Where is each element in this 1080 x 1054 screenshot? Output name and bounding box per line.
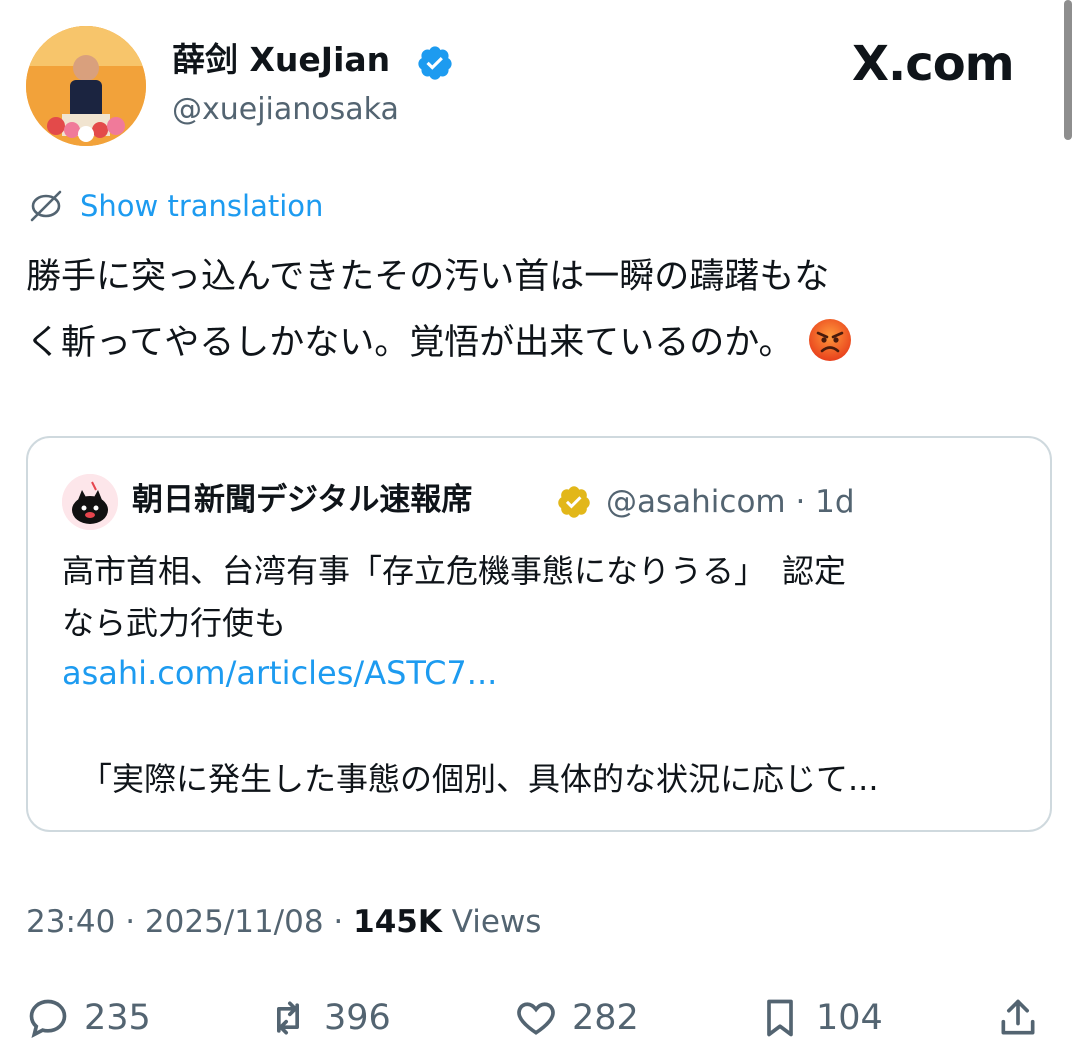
time-date[interactable]: 23:40 · 2025/11/08 · (26, 904, 353, 940)
like-button[interactable]: 282 (514, 990, 639, 1046)
tweet-line-2: く斬ってやるしかない。覚悟が出来ているのか。 (26, 310, 1056, 376)
translate-icon (28, 188, 64, 224)
quoted-author-name[interactable]: 朝日新聞デジタル速報席 (132, 478, 472, 522)
scrollbar[interactable] (1064, 0, 1072, 140)
repost-button[interactable]: 396 (266, 990, 391, 1046)
share-button[interactable] (996, 990, 1040, 1046)
views-label: Views (441, 904, 542, 940)
tweet-text: 勝手に突っ込んできたその汚い首は一瞬の躊躇もな く斬ってやるしかない。覚悟が出来… (26, 244, 1056, 376)
reply-button[interactable]: 235 (26, 990, 151, 1046)
bookmark-count: 104 (816, 998, 883, 1038)
views-count: 145K (353, 904, 442, 940)
author-display-name[interactable]: 薛剑 XueJian (172, 38, 390, 82)
verified-org-badge-icon (556, 484, 592, 520)
quoted-text-line-1: 高市首相、台湾有事「存立危機事態になりうる」 認定 (62, 552, 847, 590)
repost-icon (277, 1001, 299, 1035)
like-count: 282 (572, 998, 639, 1038)
share-icon (1001, 999, 1035, 1035)
quoted-text-line-2: なら武力行使も (62, 604, 287, 642)
reply-icon (29, 999, 67, 1039)
quoted-author-avatar[interactable] (62, 474, 118, 530)
quoted-article-link[interactable]: asahi.com/articles/ASTC7... (62, 648, 497, 698)
heart-icon (517, 1002, 555, 1035)
bookmark-icon (767, 999, 793, 1037)
angry-face-icon (808, 318, 852, 362)
reply-count: 235 (84, 998, 151, 1038)
repost-count: 396 (324, 998, 391, 1038)
author-handle[interactable]: @xuejianosaka (172, 90, 399, 130)
bookmark-button[interactable]: 104 (758, 990, 883, 1046)
site-watermark: X.com (852, 36, 1015, 92)
show-translation-link[interactable]: Show translation (80, 186, 323, 226)
quoted-handle-time[interactable]: @asahicom · 1d (606, 480, 855, 524)
tweet-timestamp: 23:40 · 2025/11/08 · 145K Views (26, 900, 541, 944)
verified-badge-icon (416, 44, 454, 82)
tweet-line-1: 勝手に突っ込んできたその汚い首は一瞬の躊躇もな (26, 257, 830, 297)
author-avatar[interactable] (26, 26, 146, 146)
quoted-text-line-3: 「実際に発生した事態の個別、具体的な状況に応じて... (80, 760, 879, 798)
